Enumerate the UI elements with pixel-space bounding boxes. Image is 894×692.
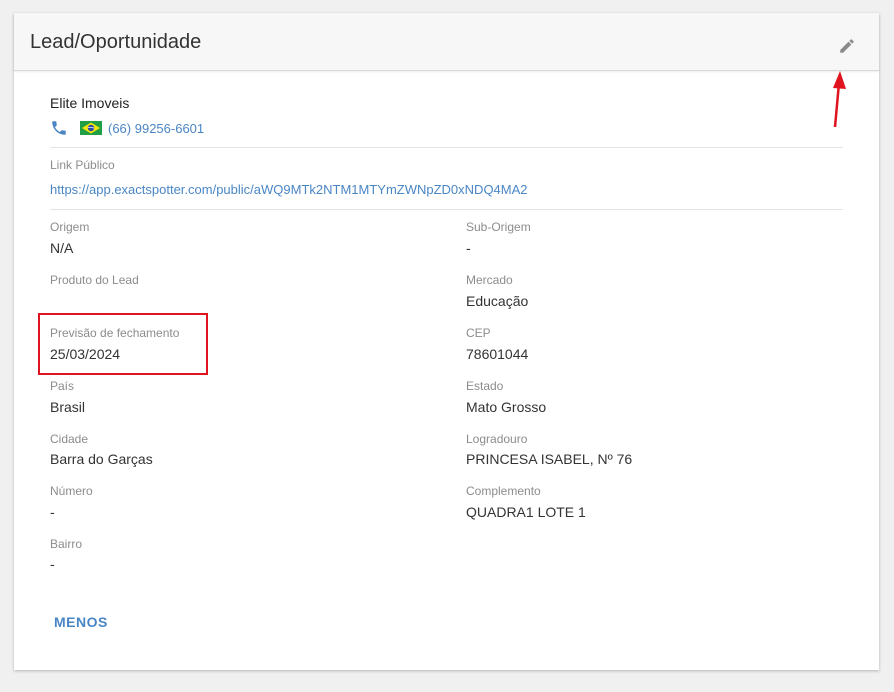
complemento-value: QUADRA1 LOTE 1 [466,504,586,520]
logradouro-label: Logradouro [466,432,528,446]
complemento-label: Complemento [466,484,541,498]
numero-label: Número [50,484,93,498]
divider [50,209,843,210]
public-link-label: Link Público [50,158,115,172]
edit-button[interactable] [834,33,860,59]
sub-origem-label: Sub-Origem [466,220,531,234]
public-link-url[interactable]: https://app.exactspotter.com/public/aWQ9… [50,182,528,197]
arrow-up-icon [833,71,846,128]
cidade-value: Barra do Garças [50,451,153,467]
card-header: Lead/Oportunidade [14,13,879,71]
bairro-value: - [50,556,55,572]
lead-name: Elite Imoveis [50,95,130,111]
less-button[interactable]: MENOS [50,610,112,634]
bairro-label: Bairro [50,537,83,551]
lead-card: Lead/Oportunidade Elite Imoveis (66) 992… [14,13,879,670]
phone-number-link[interactable]: (66) 99256-6601 [108,121,204,136]
origem-label: Origem [50,220,90,234]
logradouro-value: PRINCESA ISABEL, Nº 76 [466,451,633,467]
estado-value: Mato Grosso [466,399,547,415]
cep-value: 78601044 [466,346,529,362]
divider [50,147,843,148]
phone-row: (66) 99256-6601 [50,118,204,138]
produto-label: Produto do Lead [50,273,139,287]
mercado-value: Educação [466,293,529,309]
pais-value: Brasil [50,399,86,415]
card-title: Lead/Oportunidade [30,31,202,53]
cidade-label: Cidade [50,432,89,446]
estado-label: Estado [466,379,504,393]
numero-value: - [50,504,55,520]
pencil-icon [840,39,854,53]
phone-icon[interactable] [50,119,68,137]
mercado-label: Mercado [466,273,513,287]
cep-label: CEP [466,326,491,340]
highlight-box [38,313,208,375]
origem-value: N/A [50,240,74,256]
sub-origem-value: - [466,240,471,256]
brazil-flag-icon [80,121,102,135]
pais-label: País [50,379,75,393]
